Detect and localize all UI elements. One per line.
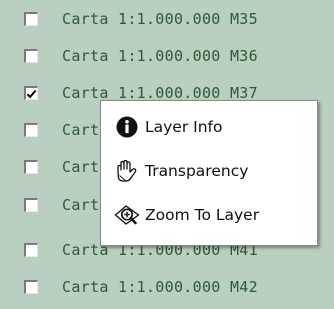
layer-row-m36[interactable]: Carta 1:1.000.000 M36 [0, 37, 334, 75]
layer-row-m42[interactable]: Carta 1:1.000.000 M42 [0, 268, 334, 306]
menu-item-zoom-to-layer[interactable]: Zoom To Layer [101, 195, 317, 235]
layer-checkbox-m36[interactable] [24, 49, 38, 63]
layer-label-m36[interactable]: Carta 1:1.000.000 M36 [62, 47, 258, 65]
layer-checkbox-m42[interactable] [24, 280, 38, 294]
layer-label-m35[interactable]: Carta 1:1.000.000 M35 [62, 10, 258, 28]
menu-item-layer-info[interactable]: Layer Info [101, 107, 317, 147]
layer-checkbox-m39[interactable] [24, 160, 38, 174]
menu-label-zoom-to-layer: Zoom To Layer [145, 206, 260, 224]
layer-context-menu: Layer Info Transparency Zoom To Layer [100, 100, 318, 246]
menu-item-transparency[interactable]: Transparency [101, 151, 317, 191]
layer-checkbox-m41[interactable] [24, 243, 38, 257]
checkmark-icon [26, 89, 37, 98]
layer-checkbox-m35[interactable] [24, 12, 38, 26]
menu-label-layer-info: Layer Info [145, 118, 223, 136]
layer-checkbox-m38[interactable] [24, 123, 38, 137]
transparency-hand-icon [114, 158, 140, 184]
layer-row-m35[interactable]: Carta 1:1.000.000 M35 [0, 0, 334, 38]
layer-label-m42[interactable]: Carta 1:1.000.000 M42 [62, 278, 258, 296]
zoom-to-layer-icon [114, 202, 140, 228]
info-icon [114, 114, 140, 140]
layer-checkbox-m40[interactable] [24, 198, 38, 212]
menu-label-transparency: Transparency [145, 162, 249, 180]
layer-checkbox-m37[interactable] [24, 86, 38, 100]
